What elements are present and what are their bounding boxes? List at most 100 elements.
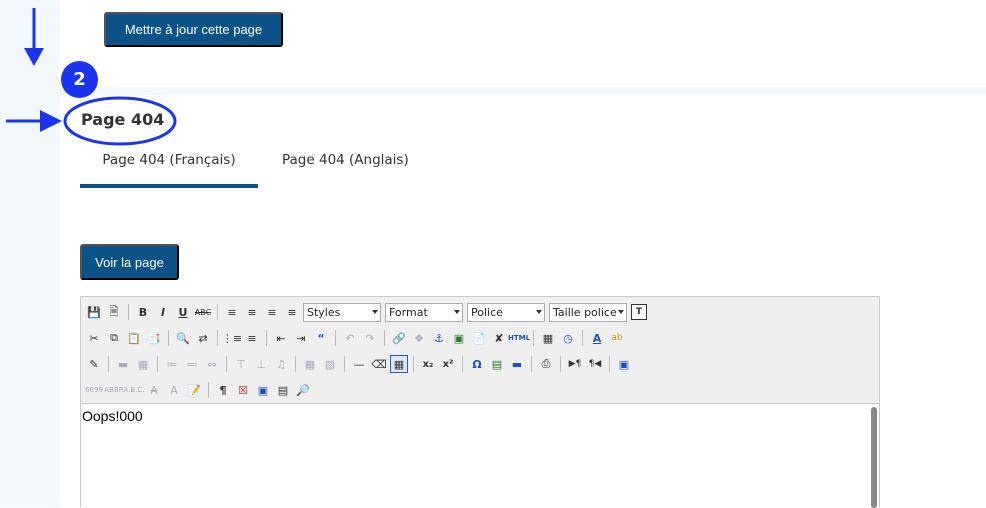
special-char-icon[interactable]: Ω [468,355,486,373]
paste-icon[interactable]: 📋 [125,329,143,347]
cut-icon[interactable]: ✂ [85,329,103,347]
ltr-icon[interactable]: ▶¶ [566,355,584,373]
separator [531,356,532,372]
undo-icon[interactable]: ↶ [341,329,359,347]
no-break-icon[interactable]: ☒ [234,381,252,399]
pilcrow-icon[interactable]: ¶ [214,381,232,399]
styles-dropdown[interactable]: Styles [303,302,381,322]
subscript-icon[interactable]: x₂ [419,355,437,373]
save-icon[interactable]: 💾 [85,303,103,321]
separator [609,356,610,372]
separator [560,356,561,372]
attributes-icon[interactable]: 📝 [185,381,203,399]
bold-icon[interactable]: B [134,303,152,321]
paste-word-icon[interactable]: 📑 [145,329,163,347]
insert-row-after-icon[interactable]: ≕ [183,355,201,373]
view-page-button[interactable]: Voir la page [80,244,179,280]
find-icon[interactable]: 🔍 [174,329,192,347]
align-left-icon[interactable]: ≡ [223,303,241,321]
toolbar-row-4: 6699 ABBR A.B.C. A A 📝 ¶ ☒ ▣ ▤ 🔎 [85,379,312,401]
separator [582,330,583,346]
abbr-icon[interactable]: ABBR [104,381,123,399]
page-title: Page 404 [81,110,165,129]
rtl-icon[interactable]: ¶◀ [586,355,604,373]
step-badge: 2 [61,61,98,98]
align-justify-icon[interactable]: ≡ [283,303,301,321]
page-break-icon[interactable]: ▤ [274,381,292,399]
unlink-icon[interactable]: ❖ [410,329,428,347]
outdent-icon[interactable]: ⇤ [272,329,290,347]
eraser-icon[interactable]: ⌫ [370,355,388,373]
form-icon[interactable]: ✎ [85,355,103,373]
flash-icon[interactable]: ▬ [508,355,526,373]
underline-icon[interactable]: U [174,303,192,321]
anchor-icon[interactable]: ⚓ [430,329,448,347]
html-source-icon[interactable]: HTML [508,329,530,347]
align-center-icon[interactable]: ≡ [243,303,261,321]
font-size-dropdown[interactable]: Taille police [549,302,627,322]
split-cells-icon[interactable]: ▧ [321,355,339,373]
insert-col-before-icon[interactable]: ⊤ [232,355,250,373]
superscript-icon[interactable]: x² [439,355,457,373]
separator [217,330,218,346]
quote-icon[interactable]: 6699 [85,381,103,399]
font-dropdown[interactable]: Police [467,302,545,322]
blockquote-icon[interactable]: “ [312,329,330,347]
numbered-list-icon[interactable]: ≡ [243,329,261,347]
media-icon[interactable]: ▤ [488,355,506,373]
table-col-icon[interactable]: ▦ [134,355,152,373]
separator [384,330,385,346]
link-icon[interactable]: 🔗 [390,329,408,347]
template-icon[interactable]: ▣ [254,381,272,399]
italic-icon[interactable]: I [154,303,172,321]
del-icon[interactable]: A [145,381,163,399]
new-page-icon[interactable]: 🗎 [105,303,123,321]
ins-icon[interactable]: A [165,381,183,399]
font-color-icon[interactable]: A [588,329,606,347]
active-tab-indicator [80,184,258,188]
image-icon[interactable]: ▣ [450,329,468,347]
separator [413,356,414,372]
insert-col-after-icon[interactable]: ⊥ [252,355,270,373]
align-right-icon[interactable]: ≡ [263,303,281,321]
arrow-down-annotation [24,8,44,66]
clean-format-icon[interactable]: ✘ [490,329,508,347]
tab-english[interactable]: Page 404 (Anglais) [282,152,409,168]
left-rail [0,0,60,507]
highlight-color-icon[interactable]: ab [608,329,626,347]
toolbar-row-1: 💾 🗎 B I U ABC ≡ ≡ ≡ ≡ Styles Format Poli… [85,301,647,323]
editor-content[interactable]: Oops!000 [81,403,879,508]
print-icon[interactable]: ⎙ [537,355,555,373]
redo-icon[interactable]: ↷ [361,329,379,347]
acronym-icon[interactable]: A.B.C. [123,381,144,399]
rich-text-editor: 💾 🗎 B I U ABC ≡ ≡ ≡ ≡ Styles Format Poli… [80,296,880,508]
insert-row-before-icon[interactable]: ≔ [163,355,181,373]
zoom-icon[interactable]: 🔎 [294,381,312,399]
editor-scrollbar[interactable] [871,407,877,508]
bullet-list-icon[interactable]: ⋮≡ [222,329,242,347]
calendar-icon[interactable]: ▦ [539,329,557,347]
document-icon[interactable]: 📄 [470,329,488,347]
indent-icon[interactable]: ⇥ [292,329,310,347]
copy-icon[interactable]: ⧉ [105,329,123,347]
editor-text: Oops!000 [82,408,143,424]
delete-row-icon[interactable]: ⇔ [203,355,221,373]
delete-col-icon[interactable]: ♫ [272,355,290,373]
merge-cells-icon[interactable]: ▦ [301,355,319,373]
clock-icon[interactable]: ◷ [559,329,577,347]
format-dropdown[interactable]: Format [385,302,463,322]
update-page-button[interactable]: Mettre à jour cette page [104,12,283,47]
toolbar-row-3: ✎ ▬ ▦ ≔ ≕ ⇔ ⊤ ⊥ ♫ ▦ ▧ — ⌫ ▦ x₂ x² Ω ▤ ▬ … [85,353,633,375]
preview-icon[interactable]: ▣ [615,355,633,373]
table-icon[interactable]: ▦ [390,355,408,373]
horizontal-rule-icon[interactable]: — [350,355,368,373]
strikethrough-icon[interactable]: ABC [194,303,212,321]
table-row-icon[interactable]: ▬ [114,355,132,373]
tab-french[interactable]: Page 404 (Français) [80,152,258,168]
separator [168,330,169,346]
text-color-box-icon[interactable]: T [631,304,647,320]
separator [226,356,227,372]
toolbar-row-2: ✂ ⧉ 📋 📑 🔍 ⇄ ⋮≡ ≡ ⇤ ⇥ “ ↶ ↷ 🔗 ❖ ⚓ ▣ 📄 ✘ H… [85,327,626,349]
replace-icon[interactable]: ⇄ [194,329,212,347]
separator [335,330,336,346]
